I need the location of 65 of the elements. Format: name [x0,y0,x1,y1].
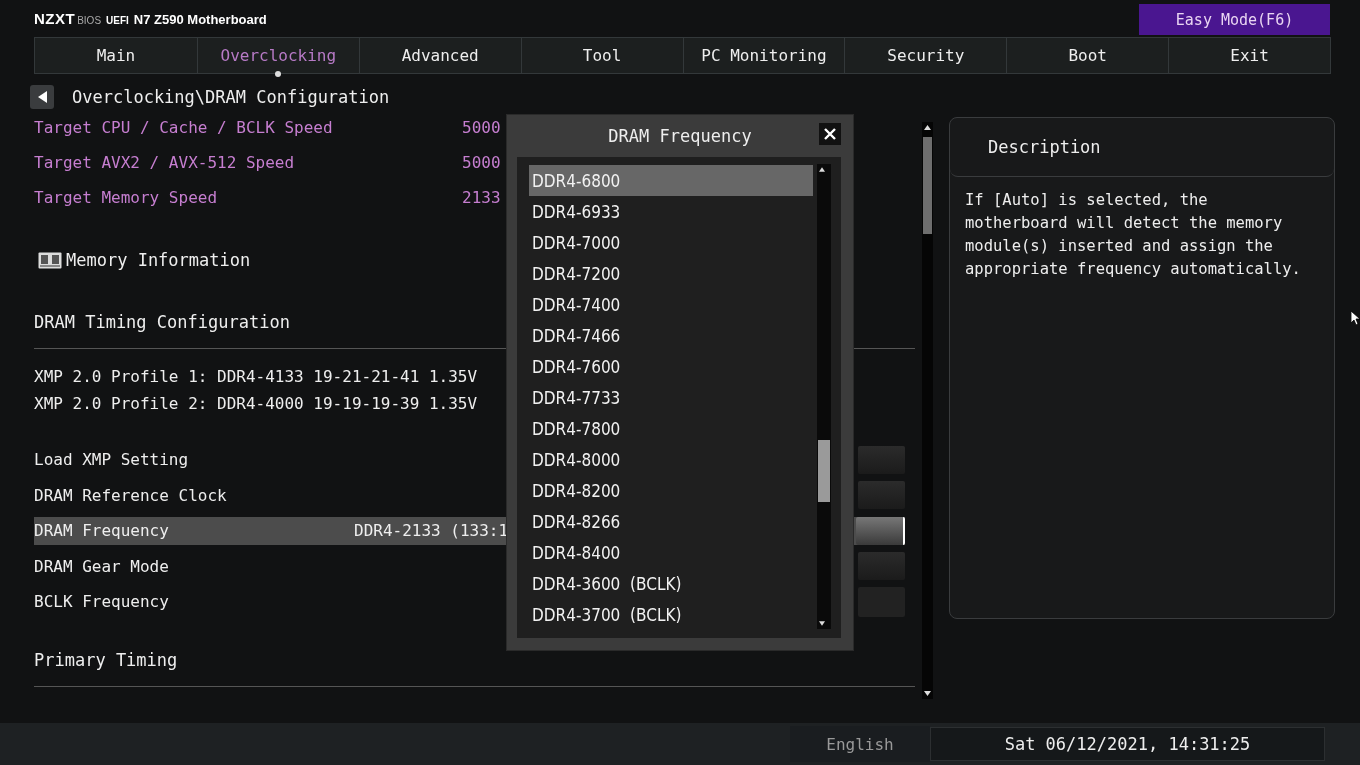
list-option[interactable]: DDR4-6800 [529,165,813,196]
date-time-box: Sat 06/12/2021, 14:31:25 [930,727,1325,762]
description-text: If [Auto] is selected, the motherboard will detect the memory module(s) inserted and assign the appropriate frequency automatically. [965,189,1302,280]
list-option[interactable]: DDR4-8200 [529,475,813,506]
section-link[interactable]: Memory Information [66,250,251,271]
breadcrumb: Overclocking\DRAM Configuration [72,86,390,107]
list-option[interactable]: DDR4-7200 [529,258,813,289]
scroll-thumb[interactable] [923,136,932,234]
xmp-profile: XMP 2.0 Profile 2: DDR4-4000 19-19-19-39 1.35V [34,393,478,413]
list-option[interactable]: DDR4-6933 [529,196,813,227]
section-heading: Primary Timing [34,649,178,670]
menu-tab[interactable]: Main [35,37,197,73]
option-selector[interactable] [856,516,905,545]
scroll-down-icon[interactable] [819,621,825,626]
scroll-thumb[interactable] [818,440,830,502]
close-icon [824,128,836,140]
info-label: Target CPU / Cache / BCLK Speed [34,117,334,137]
scrollbar[interactable] [922,121,933,699]
info-value: 5000 [462,117,501,137]
list-option[interactable]: DDR4-3700 (BCLK) [529,599,813,630]
setting-label[interactable]: DRAM Frequency [34,521,354,541]
setting-label[interactable]: DRAM Reference Clock [34,485,354,505]
setting-label[interactable]: Load XMP Setting [34,450,354,470]
memory-icon [38,251,62,269]
info-label: Target AVX2 / AVX-512 Speed [34,152,296,172]
active-tab-dot [275,70,282,77]
menu-tab[interactable]: Boot [1006,37,1169,73]
back-button[interactable] [30,84,54,109]
mouse-pointer-icon [1351,311,1360,325]
menu-tab[interactable]: Advanced [358,37,521,73]
scroll-up-icon[interactable] [819,167,825,172]
list-option[interactable]: DDR4-3600 (BCLK) [529,568,813,599]
menu-tab[interactable]: Overclocking [196,37,359,73]
board-name: N7 Z590 Motherboard [133,12,267,27]
bios-label: BIOS [77,15,102,26]
menu-tab[interactable]: Tool [520,37,683,73]
info-value: 5000 [462,152,501,172]
setting-value: DDR4-2133 (133:1 [354,521,509,541]
xmp-profile: XMP 2.0 Profile 1: DDR4-4133 19-21-21-41 1.35V [34,366,478,386]
menu-tab[interactable]: Exit [1168,37,1330,73]
menu-tab[interactable]: PC Monitoring [682,37,845,73]
list-option[interactable]: DDR4-7000 [529,227,813,258]
language-button[interactable]: English [790,726,930,763]
scrollbar[interactable] [817,164,831,629]
uefi-label: UEFI [106,15,129,26]
panel-title: Description [988,136,1101,157]
section-heading: DRAM Timing Configuration [34,312,290,333]
dialog-title: DRAM Frequency [608,126,752,146]
list-option[interactable]: DDR4-7733 [529,382,813,413]
list-option[interactable]: DDR4-7600 [529,351,813,382]
menu-tab[interactable]: Security [844,37,1007,73]
setting-label[interactable]: DRAM Gear Mode [34,556,354,576]
scroll-down-icon[interactable] [924,690,931,696]
info-label: Target Memory Speed [34,187,219,207]
setting-label[interactable]: BCLK Frequency [34,592,354,612]
list-option[interactable]: DDR4-8000 [529,444,813,475]
close-button[interactable] [819,123,841,145]
scroll-up-icon[interactable] [924,124,931,130]
info-value: 2133 [462,187,501,207]
list-option[interactable]: DDR4-7400 [529,289,813,320]
list-option[interactable]: DDR4-7466 [529,320,813,351]
easy-mode-button[interactable]: Easy Mode(F6) [1139,4,1330,35]
list-option[interactable]: DDR4-7800 [529,413,813,444]
back-arrow-icon [37,90,47,103]
brand-logo: NZXT [34,10,76,27]
